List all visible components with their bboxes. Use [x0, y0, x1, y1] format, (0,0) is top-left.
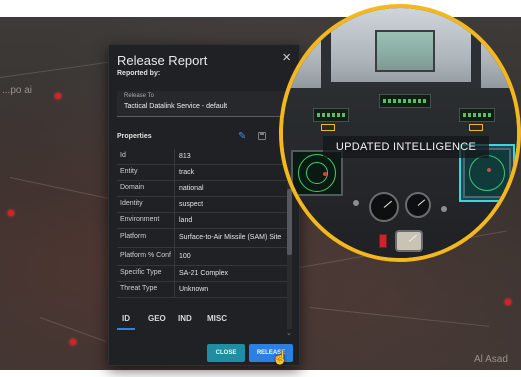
up-front-control-display [379, 94, 431, 108]
left-display-strip [313, 108, 349, 122]
panel-knob [441, 206, 447, 212]
threat-blip [323, 172, 327, 176]
instrument-gauge [405, 192, 431, 218]
close-button[interactable]: CLOSE [207, 344, 245, 362]
property-value: SA-21 Complex [179, 269, 229, 277]
map-place-label: Al Asad [474, 354, 508, 365]
property-key: Specific Type [117, 265, 175, 281]
reported-by-label: Reported by: [117, 70, 161, 77]
map-road [0, 61, 109, 78]
properties-header: Properties ✎ [117, 131, 293, 145]
threat-marker[interactable] [55, 93, 61, 99]
map-road [309, 307, 490, 327]
tab-ind[interactable]: IND [173, 313, 197, 328]
screenshot-stage: ...po ai Al Asad Release Report × Report… [0, 0, 521, 377]
threat-marker[interactable] [8, 210, 14, 216]
properties-table: Id 813 Entity track Domain national Iden… [117, 149, 287, 334]
panel-knob [353, 200, 359, 206]
instrument-panel [283, 88, 517, 258]
dialog-title: Release Report [117, 53, 208, 68]
tab-misc[interactable]: MISC [202, 313, 232, 328]
attitude-indicator [395, 230, 423, 252]
table-row: Specific Type SA-21 Complex [117, 265, 287, 282]
table-row: Platform % Conf 100 [117, 247, 287, 266]
property-key: Threat Type [117, 281, 175, 297]
table-row: Identity suspect [117, 197, 287, 214]
save-icon[interactable] [258, 132, 266, 140]
property-key: Environment [117, 213, 175, 229]
property-key: Platform % Conf [117, 247, 175, 265]
release-to-field[interactable]: Release To Tactical Datalink Service - d… [117, 91, 293, 117]
release-to-value: Tactical Datalink Service - default [124, 103, 228, 110]
table-row: Environment land [117, 213, 287, 230]
property-value: 100 [179, 252, 191, 260]
release-to-label: Release To [124, 93, 154, 99]
tab-id[interactable]: ID [117, 313, 135, 330]
pencil-icon[interactable]: ✎ [238, 131, 246, 142]
property-key: Entity [117, 165, 175, 181]
property-value: land [179, 217, 193, 225]
map-road [9, 177, 108, 199]
property-key: Identity [117, 197, 175, 213]
property-value: Surface-to-Air Missile (SAM) Site [179, 234, 282, 242]
property-value: track [179, 169, 195, 177]
red-switch [379, 234, 387, 248]
pointer-cursor-icon: ☝ [272, 350, 289, 365]
table-row: Threat Type Unknown [117, 281, 287, 298]
instrument-gauge [369, 192, 399, 222]
property-value: Unknown [179, 285, 209, 293]
release-report-dialog: Release Report × Reported by: Release To… [108, 44, 300, 366]
intel-marker [321, 124, 335, 131]
dialog-tabs: ID GEO IND MISC [117, 313, 293, 331]
right-display-strip [459, 108, 495, 122]
hud-glass [375, 30, 435, 72]
property-key: Platform [117, 229, 175, 247]
updated-intelligence-banner: UPDATED INTELLIGENCE [323, 136, 489, 158]
table-row: Entity track [117, 165, 287, 182]
cockpit-inset: UPDATED INTELLIGENCE [279, 4, 521, 262]
intel-marker [469, 124, 483, 131]
properties-label: Properties [117, 133, 152, 140]
map-place-label: ...po ai [2, 85, 33, 96]
property-value: suspect [179, 201, 204, 209]
table-row: Domain national [117, 181, 287, 198]
threat-marker[interactable] [70, 339, 76, 345]
tab-geo[interactable]: GEO [143, 313, 171, 328]
property-key: Domain [117, 181, 175, 197]
table-row: Platform Surface-to-Air Missile (SAM) Si… [117, 229, 287, 248]
table-row: Id 813 [117, 149, 287, 166]
property-value: 813 [179, 153, 191, 160]
property-key: Id [117, 149, 175, 165]
threat-marker[interactable] [505, 299, 511, 305]
property-value: national [179, 185, 204, 193]
